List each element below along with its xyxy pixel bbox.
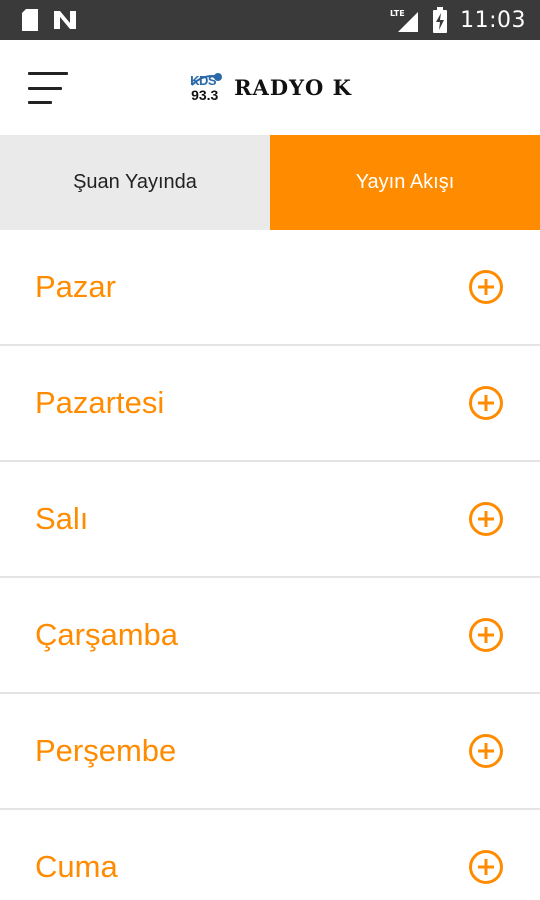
- tab-now-playing[interactable]: Şuan Yayında: [0, 135, 270, 230]
- day-row-carsamba[interactable]: Çarşamba: [0, 578, 540, 694]
- day-label: Pazartesi: [35, 385, 165, 420]
- expand-plus-icon[interactable]: [468, 385, 504, 421]
- day-row-sali[interactable]: Salı: [0, 462, 540, 578]
- day-row-cuma[interactable]: Cuma: [0, 810, 540, 900]
- expand-plus-icon[interactable]: [468, 617, 504, 653]
- expand-plus-icon[interactable]: [468, 733, 504, 769]
- app-bar: KDS 93.3 RADYO K: [0, 40, 540, 135]
- radyo-k-logo: KDS 93.3 RADYO K: [188, 71, 352, 105]
- hamburger-menu-icon[interactable]: [28, 72, 68, 104]
- tab-schedule-label: Yayın Akışı: [355, 171, 455, 193]
- status-time: 11:03: [460, 7, 526, 33]
- day-row-persembe[interactable]: Perşembe: [0, 694, 540, 810]
- battery-charging-icon: [433, 7, 448, 33]
- day-row-pazar[interactable]: Pazar: [0, 230, 540, 346]
- signal-icon: LTE: [390, 9, 419, 32]
- expand-plus-icon[interactable]: [468, 501, 504, 537]
- day-label: Perşembe: [35, 733, 177, 768]
- expand-plus-icon[interactable]: [468, 269, 504, 305]
- day-label: Pazar: [35, 269, 116, 304]
- status-bar: LTE 11:03: [0, 0, 540, 40]
- day-list: Pazar Pazartesi Salı Çarşamba Perşembe C…: [0, 230, 540, 900]
- notification-n-icon: [54, 11, 76, 29]
- logo-small-text: KDS: [190, 72, 217, 88]
- logo-mark: KDS 93.3: [188, 71, 228, 105]
- status-bar-right: LTE 11:03: [390, 7, 526, 33]
- day-label: Salı: [35, 501, 89, 536]
- tab-schedule[interactable]: Yayın Akışı: [270, 135, 540, 230]
- status-bar-left: [20, 8, 78, 32]
- svg-text:LTE: LTE: [390, 9, 405, 18]
- day-row-pazartesi[interactable]: Pazartesi: [0, 346, 540, 462]
- expand-plus-icon[interactable]: [468, 849, 504, 885]
- sd-card-icon: [22, 9, 38, 31]
- tab-bar: Şuan Yayında Yayın Akışı: [0, 135, 540, 230]
- day-label: Çarşamba: [35, 617, 178, 652]
- logo-name: RADYO K: [234, 75, 352, 100]
- logo-frequency: 93.3: [191, 86, 219, 103]
- tab-now-playing-label: Şuan Yayında: [73, 171, 197, 193]
- day-label: Cuma: [35, 849, 118, 884]
